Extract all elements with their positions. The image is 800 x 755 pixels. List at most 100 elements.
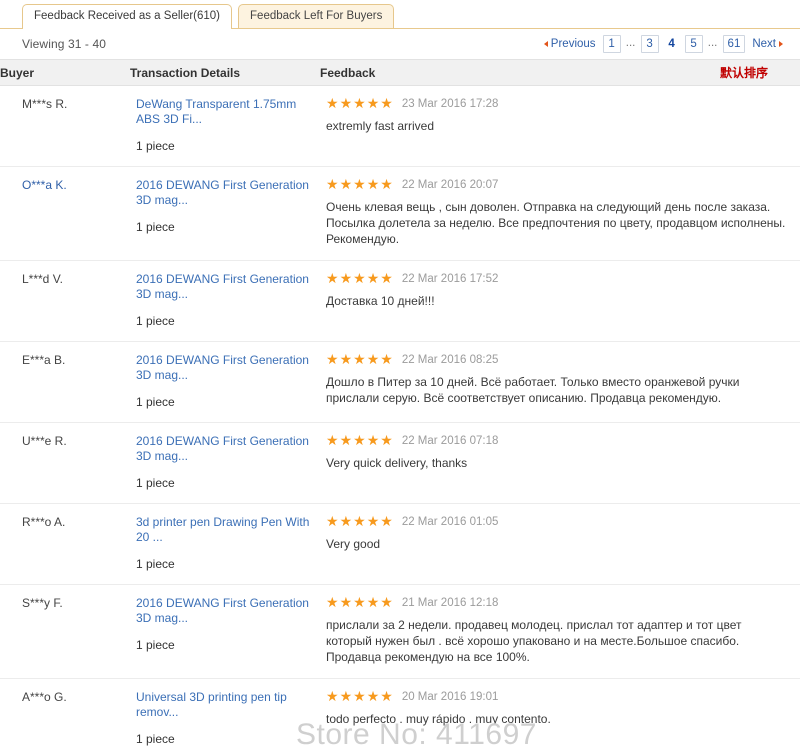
buyer-name: S***y F. xyxy=(0,584,130,679)
tab-feedback-left-for-buyers[interactable]: Feedback Left For Buyers xyxy=(238,4,395,28)
feedback-date: 20 Mar 2016 19:01 xyxy=(401,691,499,703)
feedback-comment: todo perfecto . muy rápido . muy content… xyxy=(326,712,551,726)
star-rating: ★ ★ ★ ★ ★ xyxy=(326,596,393,610)
quantity-label: 1 piece xyxy=(136,638,175,652)
product-title-link[interactable]: 3d printer pen Drawing Pen With 20 ... xyxy=(136,515,310,545)
feedback-meta: ★ ★ ★ ★ ★ 21 Mar 2016 12:18 xyxy=(326,596,786,610)
table-row: E***a B. 2016 DEWANG First Generation 3D … xyxy=(0,341,800,423)
quantity-label: 1 piece xyxy=(136,557,175,571)
feedback-table: Buyer Transaction Details Feedback 默认排序 … xyxy=(0,59,800,755)
feedback-page: Feedback Received as a Seller(610) Feedb… xyxy=(0,0,800,755)
feedback-date: 22 Mar 2016 08:25 xyxy=(401,354,499,366)
pagination-next-label: Next xyxy=(752,37,776,50)
feedback-meta: ★ ★ ★ ★ ★ 22 Mar 2016 20:07 xyxy=(326,178,786,192)
feedback-comment: Дошло в Питер за 10 дней. Всё работает. … xyxy=(326,375,740,405)
chevron-left-icon xyxy=(543,41,548,47)
quantity-label: 1 piece xyxy=(136,476,175,490)
star-icon: ★ xyxy=(339,514,353,530)
star-icon: ★ xyxy=(326,595,339,611)
product-title-link[interactable]: 2016 DEWANG First Generation 3D mag... xyxy=(136,272,310,302)
star-icon: ★ xyxy=(366,514,380,530)
product-title-link[interactable]: 2016 DEWANG First Generation 3D mag... xyxy=(136,353,310,383)
tab-feedback-received-as-seller[interactable]: Feedback Received as a Seller(610) xyxy=(22,4,233,29)
pagination-previous-label: Previous xyxy=(550,37,596,50)
transaction-details-cell: 2016 DEWANG First Generation 3D mag... 1 … xyxy=(130,166,320,261)
pagination-next-button[interactable]: Next xyxy=(749,35,786,53)
transaction-details-cell: 3d printer pen Drawing Pen With 20 ... 1 … xyxy=(130,503,320,585)
star-icon: ★ xyxy=(380,271,393,287)
star-icon: ★ xyxy=(339,177,353,193)
star-icon: ★ xyxy=(380,433,393,449)
product-title-link[interactable]: 2016 DEWANG First Generation 3D mag... xyxy=(136,596,310,626)
feedback-meta: ★ ★ ★ ★ ★ 23 Mar 2016 17:28 xyxy=(326,97,786,111)
star-icon: ★ xyxy=(339,595,353,611)
pagination-previous-button[interactable]: Previous xyxy=(541,35,599,53)
pagination-page-4-current[interactable]: 4 xyxy=(663,35,681,53)
feedback-date: 22 Mar 2016 07:18 xyxy=(401,435,499,447)
tab-label: Feedback Received as a Seller(610) xyxy=(34,10,221,22)
column-header-feedback: Feedback xyxy=(320,59,720,86)
pagination-page-1[interactable]: 1 xyxy=(602,35,621,53)
feedback-meta: ★ ★ ★ ★ ★ 20 Mar 2016 19:01 xyxy=(326,690,786,704)
star-icon: ★ xyxy=(326,177,339,193)
buyer-name: M***s R. xyxy=(0,85,130,167)
product-title-link[interactable]: 2016 DEWANG First Generation 3D mag... xyxy=(136,434,310,464)
star-icon: ★ xyxy=(339,352,353,368)
feedback-cell: ★ ★ ★ ★ ★ 22 Mar 2016 20:07 Очень клевая вещь … xyxy=(320,166,800,261)
table-row: R***o A. 3d printer pen Drawing Pen With … xyxy=(0,503,800,585)
feedback-cell: ★ ★ ★ ★ ★ 22 Mar 2016 08:25 Дошло в Питер за 1… xyxy=(320,341,800,423)
feedback-comment: прислали за 2 недели. продавец молодец. … xyxy=(326,618,742,664)
transaction-details-cell: 2016 DEWANG First Generation 3D mag... 1 … xyxy=(130,584,320,679)
quantity-label: 1 piece xyxy=(136,220,175,234)
star-icon: ★ xyxy=(339,689,353,705)
buyer-name: A***o G. xyxy=(0,678,130,755)
table-row: U***e R. 2016 DEWANG First Generation 3D … xyxy=(0,422,800,504)
pagination-page-61[interactable]: 61 xyxy=(722,35,746,53)
pagination: Previous 1 ... 3 4 5 ... 61 Next xyxy=(541,35,786,53)
default-sort-link[interactable]: 默认排序 xyxy=(720,66,768,80)
feedback-date: 22 Mar 2016 20:07 xyxy=(401,179,499,191)
feedback-meta: ★ ★ ★ ★ ★ 22 Mar 2016 01:05 xyxy=(326,515,786,529)
buyer-name[interactable]: O***a K. xyxy=(0,166,130,261)
star-icon: ★ xyxy=(366,689,380,705)
transaction-details-cell: 2016 DEWANG First Generation 3D mag... 1 … xyxy=(130,422,320,504)
star-icon: ★ xyxy=(380,689,393,705)
product-title-link[interactable]: Universal 3D printing pen tip remov... xyxy=(136,690,310,720)
feedback-date: 21 Mar 2016 12:18 xyxy=(401,597,499,609)
pagination-page-3[interactable]: 3 xyxy=(640,35,659,53)
star-icon: ★ xyxy=(353,595,366,611)
product-title-link[interactable]: 2016 DEWANG First Generation 3D mag... xyxy=(136,178,310,208)
star-icon: ★ xyxy=(339,433,353,449)
star-icon: ★ xyxy=(326,433,339,449)
star-icon: ★ xyxy=(326,96,339,112)
feedback-tabs: Feedback Received as a Seller(610) Feedb… xyxy=(0,0,800,29)
star-icon: ★ xyxy=(353,433,366,449)
star-rating: ★ ★ ★ ★ ★ xyxy=(326,434,393,448)
star-icon: ★ xyxy=(326,689,339,705)
star-icon: ★ xyxy=(326,514,339,530)
star-rating: ★ ★ ★ ★ ★ xyxy=(326,515,393,529)
feedback-cell: ★ ★ ★ ★ ★ 23 Mar 2016 17:28 extremly fast arri… xyxy=(320,85,800,167)
column-header-sort[interactable]: 默认排序 xyxy=(720,59,800,86)
quantity-label: 1 piece xyxy=(136,395,175,409)
star-icon: ★ xyxy=(380,96,393,112)
pagination-page-5[interactable]: 5 xyxy=(684,35,703,53)
feedback-date: 22 Mar 2016 17:52 xyxy=(401,273,499,285)
transaction-details-cell: 2016 DEWANG First Generation 3D mag... 1 … xyxy=(130,341,320,423)
column-header-buyer: Buyer xyxy=(0,59,130,86)
star-icon: ★ xyxy=(380,177,393,193)
star-rating: ★ ★ ★ ★ ★ xyxy=(326,178,393,192)
transaction-details-cell: 2016 DEWANG First Generation 3D mag... 1 … xyxy=(130,260,320,342)
quantity-label: 1 piece xyxy=(136,314,175,328)
star-icon: ★ xyxy=(339,271,353,287)
feedback-table-body: M***s R. DeWang Transparent 1.75mm ABS 3D… xyxy=(0,85,800,755)
product-title-link[interactable]: DeWang Transparent 1.75mm ABS 3D Fi... xyxy=(136,97,310,127)
star-rating: ★ ★ ★ ★ ★ xyxy=(326,97,393,111)
feedback-cell: ★ ★ ★ ★ ★ 20 Mar 2016 19:01 todo perfecto . mu… xyxy=(320,678,800,755)
buyer-name: R***o A. xyxy=(0,503,130,585)
star-icon: ★ xyxy=(366,433,380,449)
feedback-comment: Very quick delivery, thanks xyxy=(326,456,468,470)
feedback-meta: ★ ★ ★ ★ ★ 22 Mar 2016 17:52 xyxy=(326,272,786,286)
transaction-details-cell: Universal 3D printing pen tip remov... 1 … xyxy=(130,678,320,755)
star-icon: ★ xyxy=(366,177,380,193)
